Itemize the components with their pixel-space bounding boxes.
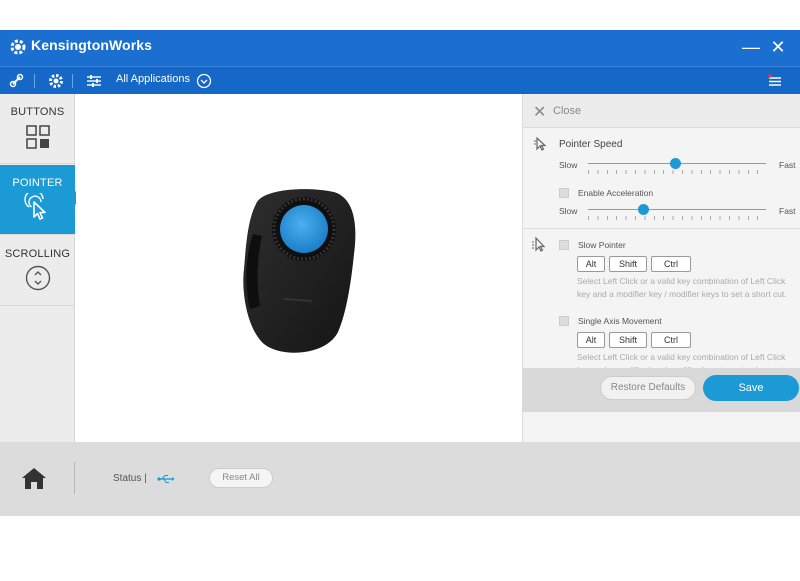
status-bar: Status | Reset All — [0, 442, 800, 516]
gear-logo-icon — [10, 39, 26, 55]
reset-all-button[interactable]: Reset All — [209, 468, 273, 488]
acceleration-slider[interactable] — [588, 203, 766, 220]
sidebar-item-label: POINTER — [12, 177, 63, 189]
save-button[interactable]: Save — [703, 375, 799, 401]
app-window: KensingtonWorks — ✕ All Applications BUT… — [0, 30, 800, 516]
trackball-device-image — [243, 189, 356, 353]
slow-pointer-alt-key[interactable]: Alt — [577, 256, 605, 272]
panel-footer: Restore Defaults Save — [522, 368, 800, 412]
panel-divider — [523, 228, 800, 229]
status-separator — [74, 462, 75, 494]
pointer-speed-slow-label: Slow — [559, 160, 578, 170]
slow-pointer-checkbox[interactable] — [559, 240, 569, 250]
slow-pointer-ctrl-key[interactable]: Ctrl — [651, 256, 691, 272]
enable-acceleration-checkbox[interactable] — [559, 188, 569, 198]
device-preview-area — [76, 94, 522, 442]
applications-selector-label[interactable]: All Applications — [116, 73, 190, 85]
menu-icon[interactable] — [766, 72, 784, 90]
pointer-speed-fast-label: Fast — [779, 160, 796, 170]
minimize-button[interactable]: — — [740, 36, 762, 58]
enable-acceleration-label: Enable Acceleration — [578, 188, 654, 198]
app-title: KensingtonWorks — [31, 37, 153, 53]
pointer-speed-icon — [534, 136, 547, 151]
sidebar-item-label: SCROLLING — [4, 248, 71, 260]
pointer-click-icon — [23, 189, 46, 220]
usb-icon — [157, 475, 175, 483]
scroll-icon — [25, 265, 50, 291]
restore-defaults-button[interactable]: Restore Defaults — [600, 376, 696, 400]
close-panel-button[interactable]: Close — [553, 105, 581, 117]
acceleration-slider-thumb[interactable] — [637, 204, 649, 215]
single-axis-alt-key[interactable]: Alt — [577, 332, 605, 348]
status-label: Status | — [113, 473, 147, 484]
close-window-button[interactable]: ✕ — [767, 36, 789, 58]
pointer-speed-slider-thumb[interactable] — [669, 158, 681, 169]
slow-pointer-shift-key[interactable]: Shift — [609, 256, 647, 272]
close-icon[interactable]: ✕ — [533, 102, 546, 122]
single-axis-label: Single Axis Movement — [578, 316, 662, 326]
title-bar: KensingtonWorks — ✕ — [0, 30, 800, 66]
acceleration-fast-label: Fast — [779, 206, 796, 216]
chevron-down-icon[interactable] — [195, 72, 213, 90]
sidebar-item-pointer[interactable]: POINTER — [0, 165, 75, 235]
slow-pointer-icon — [532, 236, 546, 252]
acceleration-slow-label: Slow — [559, 206, 578, 216]
grid-icon — [25, 125, 50, 149]
slow-pointer-hint: Select Left Click or a valid key combina… — [577, 276, 787, 299]
sliders-icon[interactable] — [85, 72, 103, 90]
pointer-speed-title: Pointer Speed — [559, 139, 623, 150]
sidebar-item-scrolling[interactable]: SCROLLING — [0, 236, 75, 306]
single-axis-checkbox[interactable] — [559, 316, 569, 326]
home-icon[interactable] — [21, 466, 47, 490]
slow-pointer-label: Slow Pointer — [578, 240, 626, 250]
pointer-speed-slider[interactable] — [588, 157, 766, 174]
sidebar-item-label: BUTTONS — [10, 106, 65, 118]
toolbar: All Applications — [0, 66, 800, 94]
panel-header: ✕ Close — [523, 94, 800, 128]
link-icon[interactable] — [8, 72, 26, 90]
toolbar-separator — [72, 74, 73, 88]
single-axis-ctrl-key[interactable]: Ctrl — [651, 332, 691, 348]
single-axis-shift-key[interactable]: Shift — [609, 332, 647, 348]
settings-gear-icon[interactable] — [47, 72, 65, 90]
sidebar-item-buttons[interactable]: BUTTONS — [0, 94, 75, 164]
sidebar: BUTTONS POINTER SCROLLING — [0, 94, 82, 442]
toolbar-separator — [34, 74, 35, 88]
